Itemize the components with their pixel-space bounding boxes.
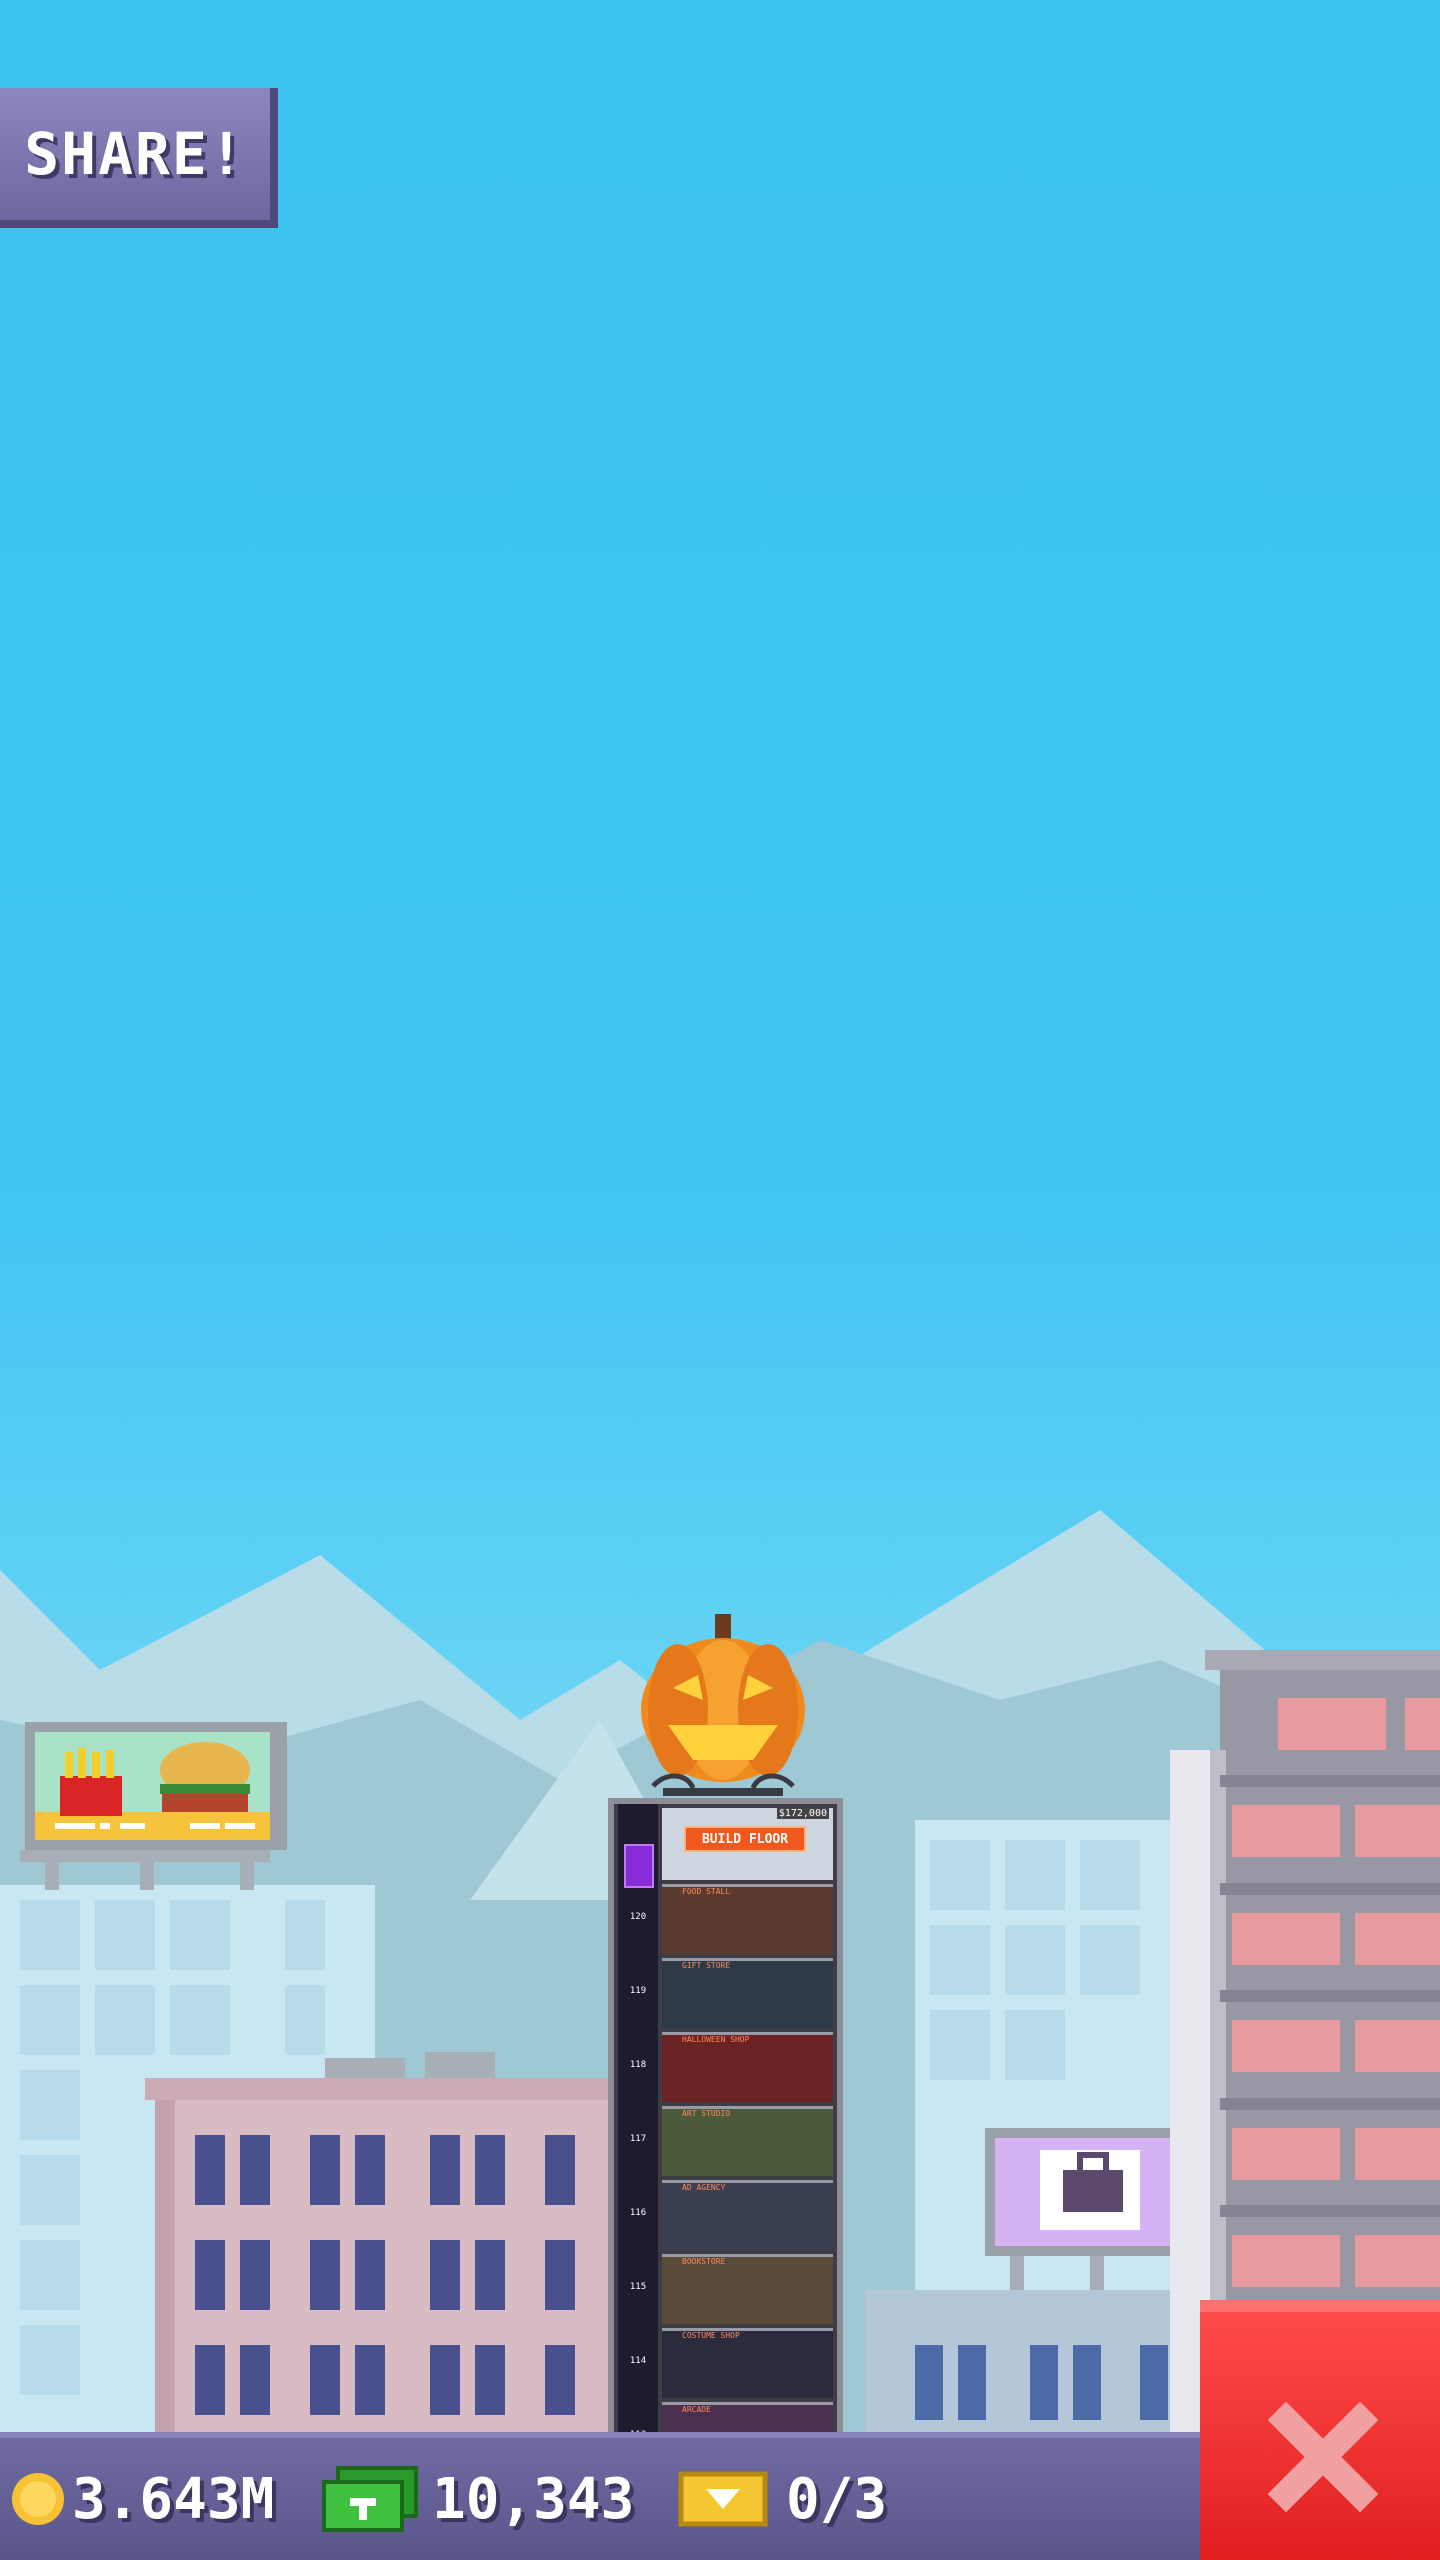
tower-structure: $172,000 BUILD FLOOR FOOD STALL GIFT STOR… (608, 1798, 843, 2472)
tower-floor[interactable]: HALLOWEEN SHOP (662, 2032, 833, 2102)
tower: $172,000 BUILD FLOOR FOOD STALL GIFT STOR… (608, 1600, 843, 2472)
floor-number: 114 (629, 2356, 647, 2366)
floor-name: ART STUDIO (682, 2109, 731, 2118)
floor-name: ARCADE (682, 2405, 711, 2414)
elevator-car[interactable] (624, 1844, 654, 1888)
coin-icon (12, 2473, 64, 2525)
tickets-display[interactable]: 0/3 (678, 2438, 887, 2560)
floor-number: 116 (629, 2208, 647, 2218)
coins-display[interactable]: 3.643M (10, 2438, 274, 2560)
floor-number: 117 (629, 2134, 647, 2144)
tower-floor[interactable]: COSTUME SHOP (662, 2328, 833, 2398)
floor-number: 119 (629, 1986, 647, 1996)
tower-floor[interactable]: GIFT STORE (662, 1958, 833, 2028)
tower-floor[interactable]: ART STUDIO (662, 2106, 833, 2176)
build-floor-cost: $172,000 (776, 1808, 829, 1819)
tower-bux-icon (322, 2466, 418, 2532)
vip-ticket-icon (678, 2471, 768, 2527)
tickets-value: 0/3 (786, 2466, 888, 2532)
elevator-shaft[interactable] (618, 1804, 658, 2436)
floor-name: AD AGENCY (682, 2183, 726, 2192)
build-floor-button[interactable]: BUILD FLOOR (684, 1826, 806, 1852)
close-button[interactable] (1200, 2300, 1440, 2560)
floor-name: GIFT STORE (682, 1961, 731, 1970)
currency-bar: 3.643M 10,343 0/3 (0, 2432, 1200, 2560)
build-floor-area[interactable]: $172,000 BUILD FLOOR (662, 1808, 833, 1880)
floor-name: FOOD STALL (682, 1887, 731, 1896)
floor-number: 120 (629, 1912, 647, 1922)
tower-floor[interactable]: FOOD STALL (662, 1884, 833, 1954)
jack-o-lantern-icon (641, 1614, 805, 1796)
floor-number: 115 (629, 2282, 647, 2292)
floor-name: HALLOWEEN SHOP (682, 2035, 750, 2044)
coins-value: 3.643M (72, 2466, 275, 2532)
floor-number: 118 (629, 2060, 647, 2070)
bux-value: 10,343 (432, 2466, 635, 2532)
tower-floor[interactable]: AD AGENCY (662, 2180, 833, 2250)
game-scene: $172,000 BUILD FLOOR FOOD STALL GIFT STOR… (0, 0, 1440, 2560)
floor-name: COSTUME SHOP (682, 2331, 740, 2340)
tower-floor[interactable]: BOOKSTORE (662, 2254, 833, 2324)
share-button[interactable]: SHARE! (0, 88, 278, 228)
floor-name: BOOKSTORE (682, 2257, 726, 2266)
close-icon (1268, 2402, 1378, 2512)
bux-display[interactable]: 10,343 (320, 2438, 634, 2560)
share-button-label: SHARE! (24, 120, 246, 188)
build-floor-label: BUILD FLOOR (701, 1831, 789, 1847)
